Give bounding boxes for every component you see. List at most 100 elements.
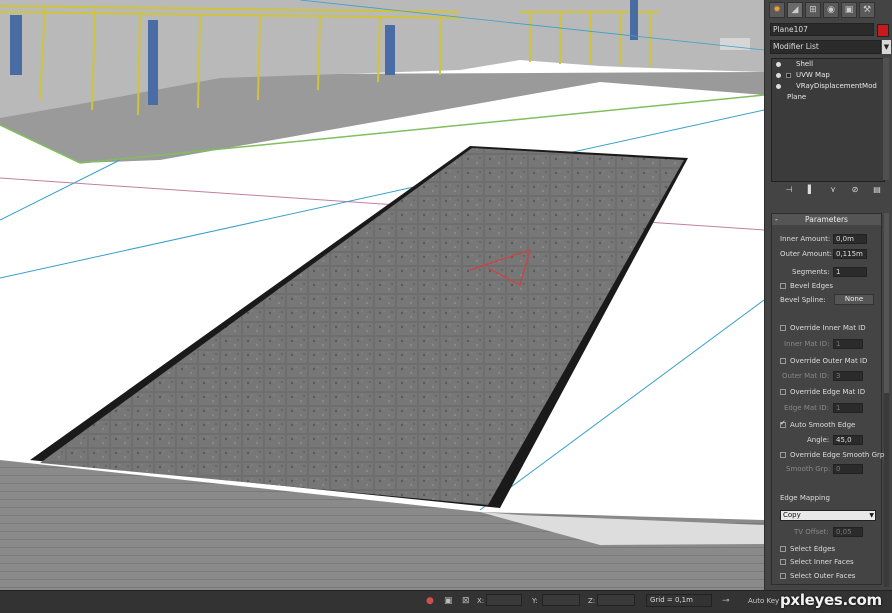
viewport-perspective[interactable] (0, 0, 764, 590)
select-edges-checkbox[interactable] (780, 546, 786, 552)
stack-item-vray-displacement[interactable]: VRayDisplacementMod (772, 81, 884, 92)
panel-scrollbar[interactable] (884, 213, 889, 587)
override-smooth-grp-checkbox[interactable] (780, 452, 786, 458)
make-unique-icon[interactable]: ⋎ (827, 184, 839, 195)
edge-mapping-label: Edge Mapping (780, 494, 830, 502)
edge-mapping-select[interactable]: Copy ▼ (780, 510, 876, 521)
z-coordinate-field[interactable] (597, 594, 635, 606)
lightbulb-icon[interactable] (776, 62, 781, 67)
grid-size-readout: Grid = 0,1m (646, 594, 712, 607)
scrollbar-thumb[interactable] (884, 213, 889, 393)
collapse-icon[interactable]: - (775, 214, 778, 225)
modifier-stack: Shell UVW Map VRayDisplacementMod Plane (771, 58, 885, 182)
y-coordinate-field[interactable] (542, 594, 580, 606)
stack-item-uvw-map[interactable]: UVW Map (772, 70, 884, 81)
inner-mat-id-label: Inner Mat ID: (784, 340, 830, 348)
smooth-grp-label: Smooth Grp: (786, 465, 831, 473)
viewport-scene (0, 0, 764, 590)
override-outer-mat-checkbox[interactable] (780, 358, 786, 364)
rollout-title: Parameters (805, 215, 848, 224)
override-outer-mat-label: Override Outer Mat ID (790, 357, 868, 365)
tv-offset-label: TV Offset: (794, 528, 829, 536)
status-bar: ● ▣ ⊠ X: Y: Z: Grid = 0,1m ⊸ Auto Key (0, 590, 892, 613)
select-outer-faces-label: Select Outer Faces (790, 572, 856, 580)
auto-key-button[interactable]: Auto Key (748, 595, 779, 607)
bevel-edges-checkbox[interactable] (780, 283, 786, 289)
show-end-result-icon[interactable]: ▌ (805, 184, 817, 195)
pin-stack-icon[interactable]: ⊣ (783, 184, 795, 195)
object-color-swatch[interactable] (877, 24, 889, 37)
override-edge-mat-label: Override Edge Mat ID (790, 388, 866, 396)
display-icon: ▣ (844, 5, 854, 15)
smooth-grp-spinner[interactable]: 0 (833, 464, 863, 474)
stack-item-shell[interactable]: Shell (772, 59, 884, 70)
lightbulb-icon[interactable] (776, 84, 781, 89)
x-label: X: (477, 597, 485, 605)
stack-item-label: Plane (787, 93, 807, 101)
bevel-edges-label: Bevel Edges (790, 282, 833, 290)
segments-spinner[interactable]: 1 (833, 267, 867, 277)
display-tab[interactable]: ▣ (841, 2, 857, 18)
select-outer-faces-checkbox[interactable] (780, 573, 786, 579)
stack-item-label: VRayDisplacementMod (796, 82, 877, 90)
create-sun-icon: ✹ (773, 5, 781, 15)
stack-scrollbar[interactable] (883, 58, 889, 180)
override-inner-mat-label: Override Inner Mat ID (790, 324, 866, 332)
modifier-list-dropdown[interactable]: Modifier List (770, 40, 881, 54)
watermark: pxleyes.com (780, 591, 882, 609)
modify-icon: ◢ (791, 5, 799, 15)
motion-tab[interactable]: ◉ (823, 2, 839, 18)
create-tab[interactable]: ✹ (769, 2, 785, 18)
edge-mat-id-label: Edge Mat ID: (784, 404, 829, 412)
segments-label: Segments: (792, 268, 830, 276)
utilities-tab[interactable]: ⚒ (859, 2, 875, 18)
bevel-spline-label: Bevel Spline: (780, 296, 826, 304)
stack-item-label: UVW Map (796, 71, 830, 79)
outer-amount-label: Outer Amount: (780, 250, 832, 258)
override-smooth-grp-label: Override Edge Smooth Grp (790, 451, 885, 459)
rollout-header[interactable]: - Parameters (772, 214, 881, 225)
select-inner-faces-label: Select Inner Faces (790, 558, 854, 566)
y-label: Y: (532, 597, 538, 605)
outer-mat-id-spinner[interactable]: 3 (833, 371, 863, 381)
command-panel: ✹ ◢ ⊞ ◉ ▣ ⚒ Plane107 Modifier List ▼ She… (764, 0, 892, 590)
auto-smooth-label: Auto Smooth Edge (790, 421, 856, 429)
outer-amount-spinner[interactable]: 0,115m (833, 249, 867, 259)
outer-mat-id-label: Outer Mat ID: (782, 372, 830, 380)
expand-icon[interactable] (786, 73, 791, 78)
edge-mapping-value: Copy (783, 511, 801, 519)
z-label: Z: (588, 597, 596, 605)
parameters-rollout: - Parameters Inner Amount: 0,0m Outer Am… (771, 213, 885, 585)
hierarchy-icon: ⊞ (809, 5, 817, 15)
inner-amount-label: Inner Amount: (780, 235, 831, 243)
lightbulb-icon[interactable] (776, 73, 781, 78)
inner-amount-spinner[interactable]: 0,0m (833, 234, 867, 244)
absolute-mode-icon[interactable]: ⊠ (462, 595, 470, 607)
chevron-down-icon[interactable]: ▼ (882, 40, 891, 54)
angle-label: Angle: (807, 436, 830, 444)
angle-spinner[interactable]: 45,0 (833, 435, 863, 445)
select-inner-faces-checkbox[interactable] (780, 559, 786, 565)
stack-item-plane[interactable]: Plane (772, 92, 884, 103)
bevel-spline-button[interactable]: None (834, 294, 874, 305)
configure-sets-icon[interactable]: ▤ (871, 184, 883, 195)
tv-offset-spinner[interactable]: 0,05 (833, 527, 863, 537)
auto-smooth-checkbox[interactable] (780, 419, 786, 428)
inner-mat-id-spinner[interactable]: 1 (833, 339, 863, 349)
remove-modifier-icon[interactable]: ⊘ (849, 184, 861, 195)
utilities-hammer-icon: ⚒ (862, 5, 872, 15)
edge-mat-id-spinner[interactable]: 1 (833, 403, 863, 413)
pin-icon[interactable]: ● (426, 595, 434, 607)
stack-tools: ⊣ ▌ ⋎ ⊘ ▤ (783, 184, 883, 196)
stack-item-label: Shell (796, 60, 814, 68)
x-coordinate-field[interactable] (486, 594, 522, 606)
hierarchy-tab[interactable]: ⊞ (805, 2, 821, 18)
command-panel-tabs: ✹ ◢ ⊞ ◉ ▣ ⚒ (769, 2, 889, 20)
chevron-down-icon: ▼ (869, 512, 874, 519)
override-inner-mat-checkbox[interactable] (780, 325, 786, 331)
override-edge-mat-checkbox[interactable] (780, 389, 786, 395)
key-icon[interactable]: ⊸ (722, 595, 730, 607)
modify-tab[interactable]: ◢ (787, 2, 803, 18)
object-name-field[interactable]: Plane107 (770, 23, 874, 36)
lock-icon[interactable]: ▣ (444, 595, 453, 607)
